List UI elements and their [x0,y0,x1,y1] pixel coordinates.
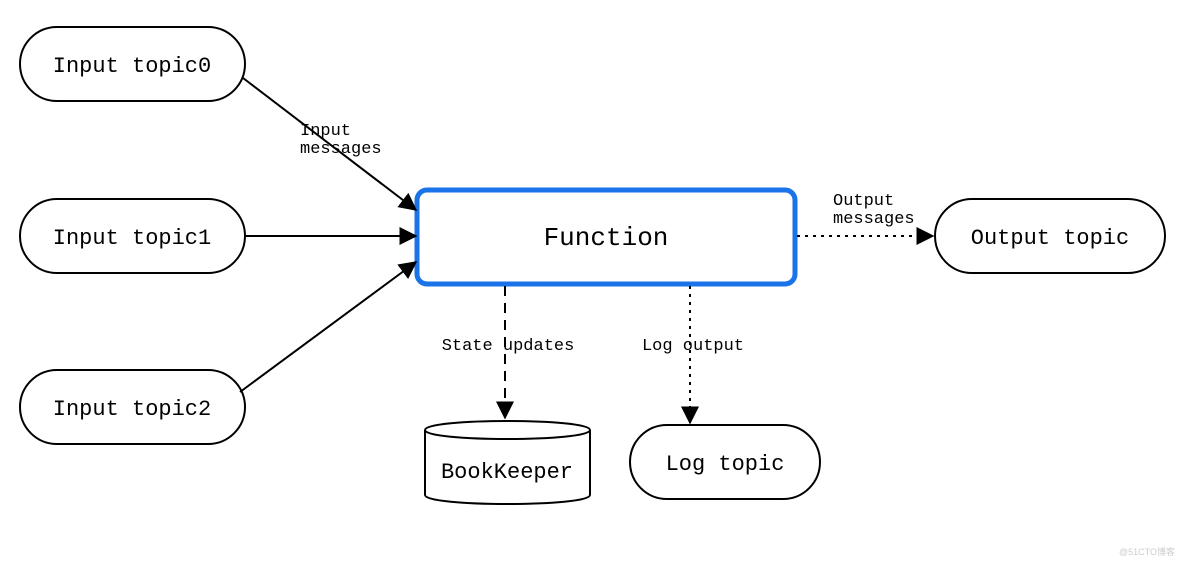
node-label: Log topic [666,452,785,477]
diagram-canvas: Input topic0 Input topic1 Input topic2 F… [0,0,1184,562]
node-label: Output topic [971,226,1129,251]
node-log-topic: Log topic [630,425,820,499]
node-label: Input topic2 [53,397,211,422]
node-output-topic: Output topic [935,199,1165,273]
node-input-topic0: Input topic0 [20,27,245,101]
label-input-messages: Input messages [300,122,382,159]
node-label: Input topic0 [53,54,211,79]
node-label: Input topic1 [53,226,211,251]
node-input-topic1: Input topic1 [20,199,245,273]
label-state-updates: State updates [442,337,575,356]
node-bookkeeper: BookKeeper [425,421,590,504]
node-label: Function [544,223,669,253]
node-function: Function [417,190,795,284]
node-input-topic2: Input topic2 [20,370,245,444]
label-log-output: Log output [642,337,744,356]
label-output-messages: Output messages [833,192,915,229]
watermark: @51CTO博客 [1119,546,1175,557]
edge-input2-function [240,262,416,392]
node-label: BookKeeper [441,460,573,485]
